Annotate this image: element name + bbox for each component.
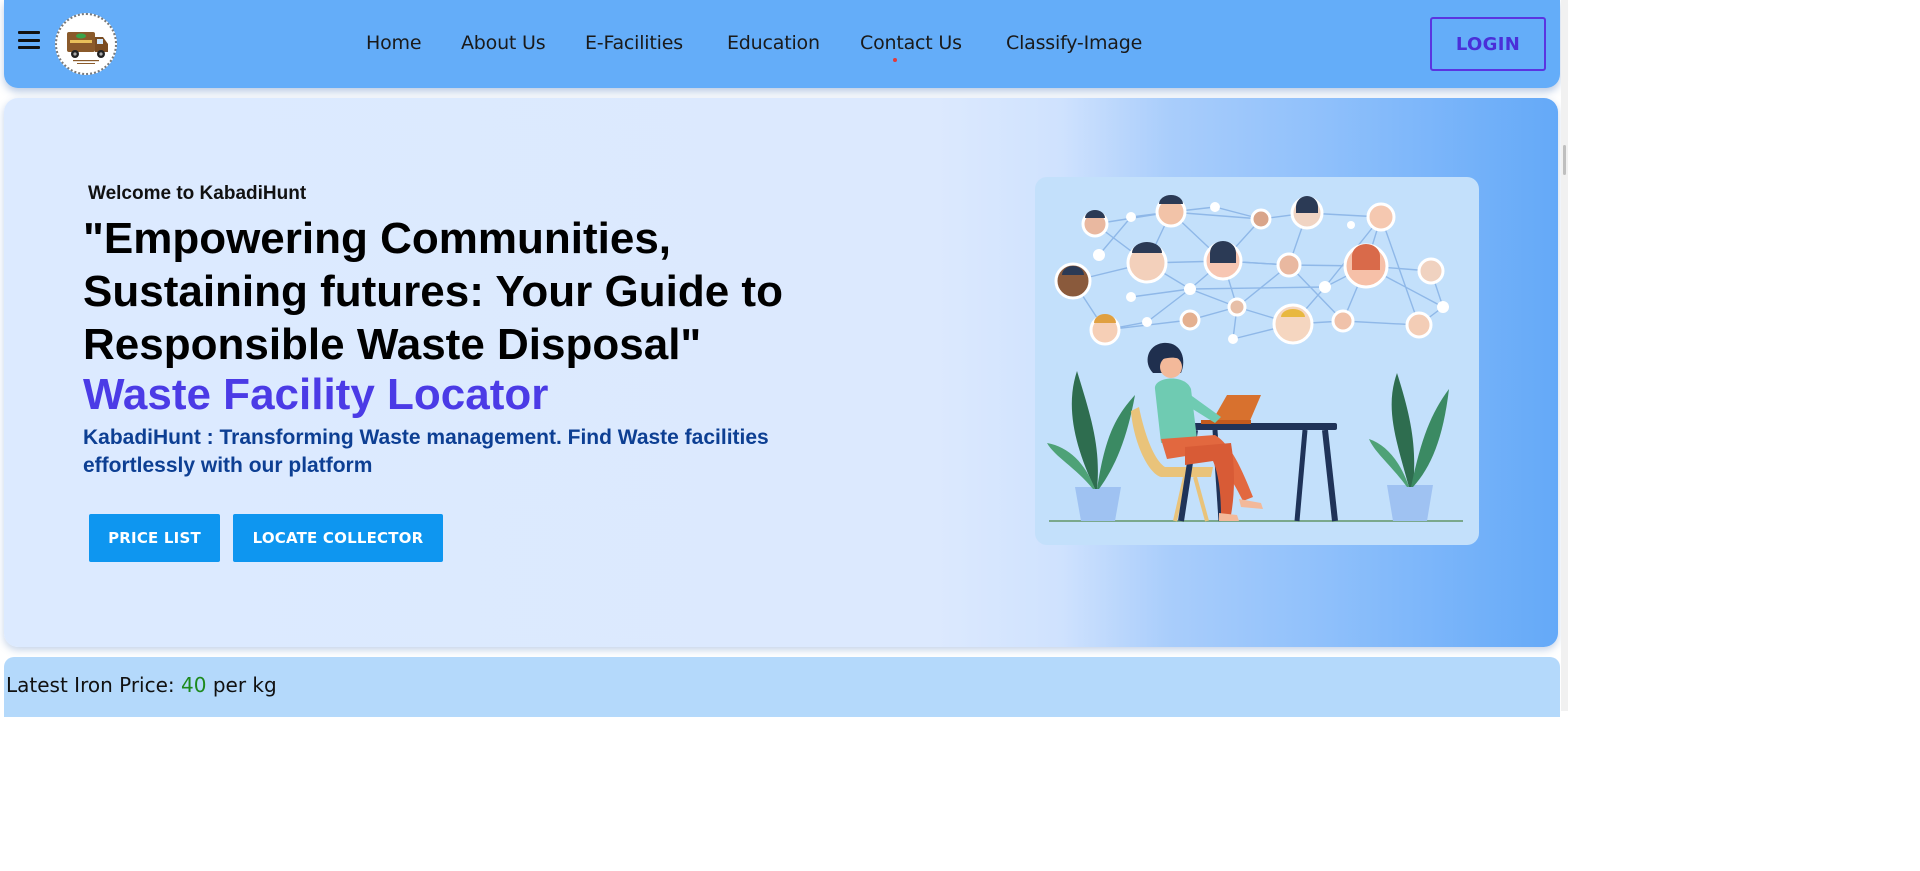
price-unit: per kg xyxy=(212,673,277,697)
nav-link-contact-us[interactable]: Contact Us xyxy=(860,32,962,54)
price-list-button[interactable]: PRICE LIST xyxy=(89,514,220,562)
nav-links: Home About Us E-Facilities Education Con… xyxy=(4,0,1560,88)
nav-link-about-us[interactable]: About Us xyxy=(461,32,546,54)
networking-illustration-icon xyxy=(1035,177,1479,545)
price-value: 40 xyxy=(181,673,207,697)
hero-headline: "Empowering Communities, Sustaining futu… xyxy=(83,214,783,369)
login-button[interactable]: LOGIN xyxy=(1430,17,1546,71)
locate-collector-button[interactable]: LOCATE COLLECTOR xyxy=(233,514,443,562)
nav-link-e-facilities[interactable]: E-Facilities xyxy=(585,32,683,54)
latest-price-text: Latest Iron Price: 40 per kg xyxy=(6,673,277,697)
page-scrollbar[interactable] xyxy=(1561,0,1568,711)
welcome-text: Welcome to KabadiHunt xyxy=(88,183,307,204)
hero-subtext: KabadiHunt : Transforming Waste manageme… xyxy=(83,426,769,477)
nav-link-home[interactable]: Home xyxy=(366,32,422,54)
locator-title: Waste Facility Locator xyxy=(83,370,549,419)
nav-link-classify-image[interactable]: Classify-Image xyxy=(1006,32,1142,54)
top-navbar: Home About Us E-Facilities Education Con… xyxy=(4,0,1560,88)
hero-section: Welcome to KabadiHunt "Empowering Commun… xyxy=(4,98,1558,647)
latest-price-bar: Latest Iron Price: 40 per kg xyxy=(4,657,1560,717)
active-indicator-dot xyxy=(893,58,897,62)
price-label: Latest Iron Price: xyxy=(6,673,175,697)
scrollbar-thumb[interactable] xyxy=(1563,145,1566,175)
nav-link-education[interactable]: Education xyxy=(727,32,820,54)
